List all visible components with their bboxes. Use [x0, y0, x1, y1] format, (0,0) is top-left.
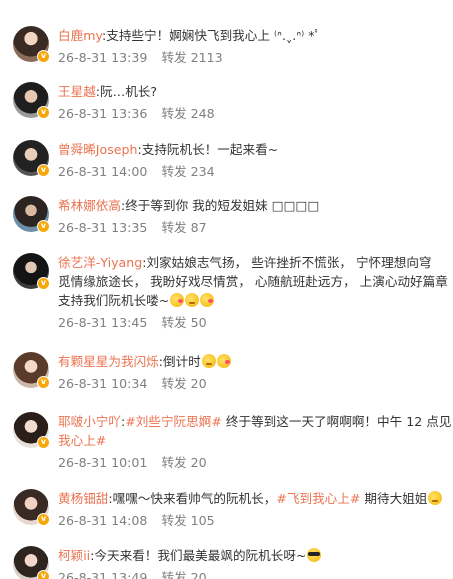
comment-meta: 26-8-31 13:36 转发 248 [58, 104, 453, 123]
timestamp: 26-8-31 14:00 [58, 164, 148, 179]
verified-badge-icon: v [37, 50, 50, 63]
hashtag-link[interactable]: 我心上# [58, 433, 106, 448]
hashtag-link[interactable]: #刘些宁阮思婀# [125, 414, 222, 429]
comment-text: 觅情缘旅途长， 我盼好戏尽情赏， 心随航班赴远方， 上演心动好篇章 [58, 274, 448, 289]
comment-text-line: 柯颖ii:今天来看！我们最美最飒的阮机长呀~ [58, 546, 453, 565]
username-link[interactable]: 希林娜依高 [58, 198, 121, 213]
kiss-emoji-icon [216, 354, 231, 368]
comment-text: 期待大姐姐 [360, 491, 428, 506]
repost-count-link[interactable]: 转发 20 [161, 376, 206, 391]
cool-emoji-icon [307, 548, 322, 562]
comment-meta: 26-8-31 13:45 转发 50 [58, 313, 453, 332]
comment-content: 有颗星星为我闪烁:倒计时 26-8-31 10:34 转发 20 [58, 352, 453, 393]
face-emoji-icon [201, 354, 216, 368]
comment-content: 希林娜依高:终于等到你 我的短发姐妹 □□□□ 26-8-31 13:35 转发 8… [58, 196, 453, 237]
hashtag-link[interactable]: #飞到我心上# [276, 491, 360, 506]
username-link[interactable]: 有颗星星为我闪烁 [58, 354, 159, 369]
comment-text: :阮…机长? [95, 84, 158, 99]
username-link[interactable]: 黄杨钿甜 [58, 491, 108, 506]
comment-text: :终于等到你 我的短发姐妹 □□□□ [120, 198, 320, 213]
comment-meta: 26-8-31 13:49 转发 20 [58, 568, 453, 579]
verified-badge-icon: v [37, 220, 50, 233]
verified-badge-icon: v [37, 513, 50, 526]
repost-count-link[interactable]: 转发 248 [161, 106, 214, 121]
username-link[interactable]: 曾舜晞Joseph [58, 142, 138, 157]
verified-badge-icon: v [37, 436, 50, 449]
comment-content: 曾舜晞Joseph:支持阮机长！一起来看~ 26-8-31 14:00 转发 234 [58, 140, 453, 181]
repost-count-link[interactable]: 转发 2113 [161, 50, 222, 65]
comment-meta: 26-8-31 10:34 转发 20 [58, 374, 453, 393]
username-link[interactable]: 王星越 [58, 84, 96, 99]
repost-count-link[interactable]: 转发 234 [161, 164, 214, 179]
comment-meta: 26-8-31 10:01 转发 20 [58, 453, 453, 472]
timestamp: 26-8-31 10:01 [58, 455, 148, 470]
comment-text-line: 黄杨钿甜:嘿嘿～快来看帅气的阮机长，#飞到我心上# 期待大姐姐 [58, 489, 453, 508]
comment-text: :今天来看！我们最美最飒的阮机长呀~ [90, 548, 307, 563]
comment-meta: 26-8-31 14:00 转发 234 [58, 162, 453, 181]
repost-count-link[interactable]: 转发 20 [161, 455, 206, 470]
kiss-emoji-icon [170, 293, 185, 307]
repost-count-link[interactable]: 转发 20 [161, 570, 206, 579]
comment-meta: 26-8-31 13:35 转发 87 [58, 218, 453, 237]
comment-text: 支持我们阮机长喽~ [58, 293, 170, 308]
comment-text-line: 耶啵小宁吖:#刘些宁阮思婀# 终于等到这一天了啊啊啊！中午 12 点见 [58, 412, 453, 431]
verified-badge-icon: v [37, 106, 50, 119]
comment-text-line: 白鹿my:支持些宁！婀娴快飞到我心上 ⁽ᐢ.ˬ.ᐢ⁾ *ﾟ [58, 26, 453, 45]
comment-text-line: 徐艺洋-Yiyang:刘家姑娘志气扬， 些许挫折不慌张， 宁怀理想向穹 [58, 253, 453, 272]
timestamp: 26-8-31 13:36 [58, 106, 148, 121]
comment-feed: v 白鹿my:支持些宁！婀娴快飞到我心上 ⁽ᐢ.ˬ.ᐢ⁾ *ﾟ 26-8-31 13… [0, 0, 453, 579]
username-link[interactable]: 白鹿my [58, 28, 102, 43]
comment-text: :嘿嘿～快来看帅气的阮机长， [108, 491, 277, 506]
verified-badge-icon: v [37, 277, 50, 290]
comment-text-line: 曾舜晞Joseph:支持阮机长！一起来看~ [58, 140, 453, 159]
comment-content: 耶啵小宁吖:#刘些宁阮思婀# 终于等到这一天了啊啊啊！中午 12 点见我心上# 2… [58, 412, 453, 472]
comment-text: :支持阮机长！一起来看~ [137, 142, 279, 157]
comment-text-line: 有颗星星为我闪烁:倒计时 [58, 352, 453, 371]
comment-text: :刘家姑娘志气扬， 些许挫折不慌张， 宁怀理想向穹 [142, 255, 432, 270]
timestamp: 26-8-31 13:35 [58, 220, 148, 235]
comment-text: 终于等到这一天了啊啊啊！中午 12 点见 [221, 414, 452, 429]
verified-badge-icon: v [37, 376, 50, 389]
comment-content: 王星越:阮…机长? 26-8-31 13:36 转发 248 [58, 82, 453, 123]
timestamp: 26-8-31 13:39 [58, 50, 148, 65]
verified-badge-icon: v [37, 570, 50, 579]
face-emoji-icon [428, 491, 443, 505]
face-emoji-icon [185, 293, 200, 307]
repost-count-link[interactable]: 转发 105 [161, 513, 214, 528]
comment-meta: 26-8-31 14:08 转发 105 [58, 511, 453, 530]
verified-badge-icon: v [37, 164, 50, 177]
username-link[interactable]: 柯颖ii [58, 548, 90, 563]
kiss-emoji-icon [200, 293, 215, 307]
comment-content: 黄杨钿甜:嘿嘿～快来看帅气的阮机长，#飞到我心上# 期待大姐姐 26-8-31 1… [58, 489, 453, 530]
username-link[interactable]: 徐艺洋-Yiyang [58, 255, 142, 270]
comment-text: :支持些宁！婀娴快飞到我心上 ⁽ᐢ.ˬ.ᐢ⁾ *ﾟ [102, 28, 321, 43]
timestamp: 26-8-31 10:34 [58, 376, 148, 391]
comment-text: :倒计时 [158, 354, 201, 369]
repost-count-link[interactable]: 转发 50 [161, 315, 206, 330]
repost-count-link[interactable]: 转发 87 [161, 220, 206, 235]
comment-content: 徐艺洋-Yiyang:刘家姑娘志气扬， 些许挫折不慌张， 宁怀理想向穹觅情缘旅途… [58, 253, 453, 332]
comment-meta: 26-8-31 13:39 转发 2113 [58, 48, 453, 67]
comment-text-line: 支持我们阮机长喽~ [58, 291, 453, 310]
username-link[interactable]: 耶啵小宁吖 [58, 414, 121, 429]
comment-text-line: 觅情缘旅途长， 我盼好戏尽情赏， 心随航班赴远方， 上演心动好篇章 [58, 272, 453, 291]
timestamp: 26-8-31 13:49 [58, 570, 148, 579]
comment-text-line: 王星越:阮…机长? [58, 82, 453, 101]
comment-content: 柯颖ii:今天来看！我们最美最飒的阮机长呀~ 26-8-31 13:49 转发 20 [58, 546, 453, 579]
timestamp: 26-8-31 13:45 [58, 315, 148, 330]
comment-text-line: 我心上# [58, 431, 453, 450]
comment-content: 白鹿my:支持些宁！婀娴快飞到我心上 ⁽ᐢ.ˬ.ᐢ⁾ *ﾟ 26-8-31 13:… [58, 26, 453, 67]
comment-text-line: 希林娜依高:终于等到你 我的短发姐妹 □□□□ [58, 196, 453, 215]
timestamp: 26-8-31 14:08 [58, 513, 148, 528]
